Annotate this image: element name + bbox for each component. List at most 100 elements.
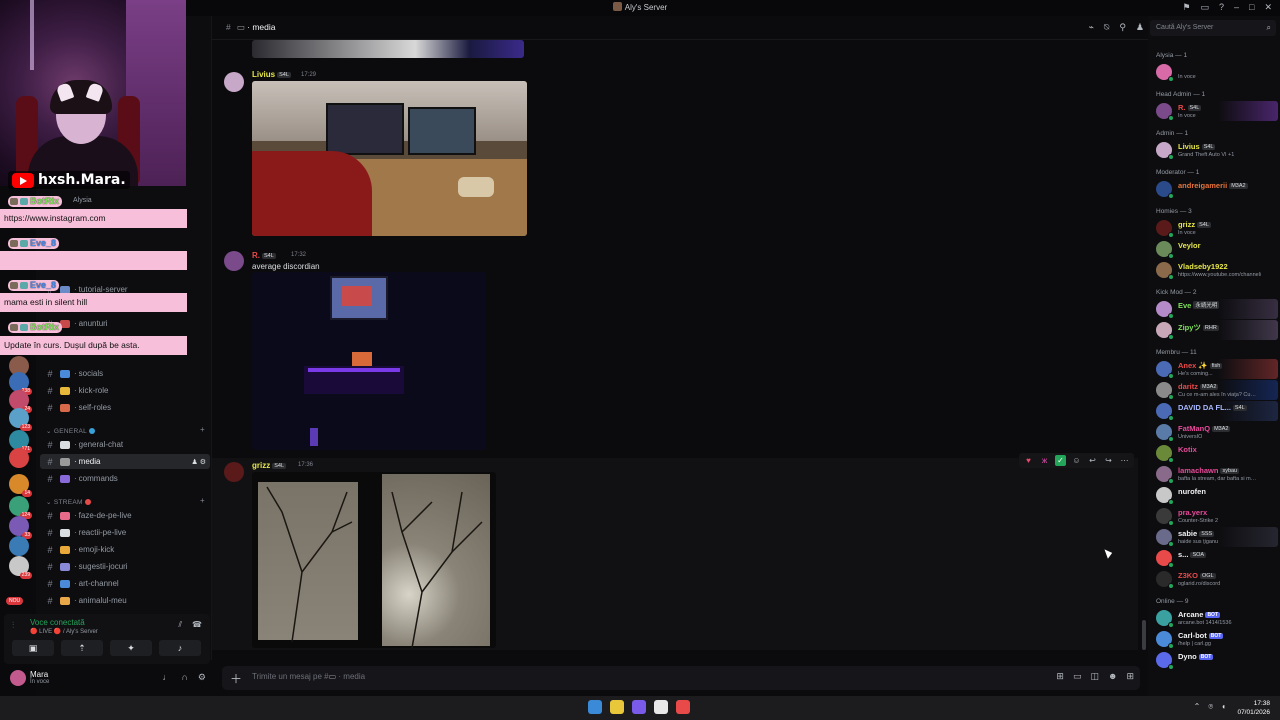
member-row[interactable]: lamachawn sybau bafta la stream, dar bafta…: [1148, 464, 1280, 484]
channel-general-chat[interactable]: # · general-chat: [40, 437, 210, 452]
member-row[interactable]: Vladseby1922 https://www.youtube.com/chan…: [1148, 260, 1280, 280]
channel-kick-role[interactable]: # · kick-role: [40, 383, 210, 398]
member-row[interactable]: Kotix: [1148, 443, 1280, 463]
member-row[interactable]: Z3KO OGL oglarid.ro/discord: [1148, 569, 1280, 589]
headphones-icon[interactable]: ∩: [181, 672, 187, 683]
channel-emoji-kick[interactable]: # · emoji-kick: [40, 542, 210, 557]
search-placeholder[interactable]: Caută Aly's Server: [1156, 24, 1213, 31]
channel-socials[interactable]: # · socials: [40, 366, 210, 381]
channel-art-channel[interactable]: # · art-channel: [40, 576, 210, 591]
pinned-icon[interactable]: ⚲: [1119, 22, 1126, 33]
add-channel-icon[interactable]: +: [200, 496, 205, 505]
member-row[interactable]: nurofen: [1148, 485, 1280, 505]
close-icon[interactable]: ✕: [1264, 2, 1272, 13]
channel-media[interactable]: # · media ♟ ⚙: [40, 454, 210, 469]
camera-button[interactable]: ▣: [12, 640, 54, 656]
more-icon[interactable]: ⋯: [1119, 455, 1130, 466]
screen-share-button[interactable]: ⇡: [61, 640, 103, 656]
message-composer[interactable]: ＋ Trimite un mesaj pe #▭ · media ⊞ ▭ ◫ ☻…: [222, 666, 1140, 690]
scrollbar-thumb[interactable]: [1142, 620, 1146, 650]
channel-anunturi[interactable]: #· anunturi: [40, 316, 210, 331]
member-row[interactable]: Anex ✨ fish He's coming...: [1148, 359, 1280, 379]
server-icon[interactable]: 33: [9, 516, 32, 539]
activities-button[interactable]: ✦: [110, 640, 152, 656]
network-icon[interactable]: ⌾: [1208, 702, 1213, 712]
member-row[interactable]: DAVID DA FL... S4L: [1148, 401, 1280, 421]
search-icon[interactable]: ⌕: [1267, 23, 1271, 33]
add-reaction-icon[interactable]: ☺: [1071, 455, 1082, 466]
scrollbar[interactable]: [1142, 40, 1146, 652]
server-icon[interactable]: 14: [9, 474, 32, 497]
member-row[interactable]: pra.yerx Counter-Strike 2: [1148, 506, 1280, 526]
butterfly-reaction-icon[interactable]: ж: [1039, 455, 1050, 466]
member-row[interactable]: grizz S4L În voce: [1148, 218, 1280, 238]
add-channel-icon[interactable]: +: [200, 425, 205, 434]
member-row[interactable]: s... SOA: [1148, 548, 1280, 568]
server-icon[interactable]: 239: [9, 556, 32, 579]
message-avatar[interactable]: [224, 72, 244, 92]
avatar[interactable]: [10, 670, 26, 686]
member-row[interactable]: daritz M3A2 Cu ce m-am ales în viaţa? Cu…: [1148, 380, 1280, 400]
message-avatar[interactable]: [224, 462, 244, 482]
member-row[interactable]: Arcane BOT arcane.bot 1414/1536: [1148, 608, 1280, 628]
sticker-icon[interactable]: ◫: [1090, 671, 1099, 682]
help-icon[interactable]: ?: [1219, 2, 1224, 13]
server-icon[interactable]: 238: [9, 372, 32, 395]
maximize-icon[interactable]: □: [1249, 2, 1254, 13]
soundboard-button[interactable]: ♪: [159, 640, 201, 656]
chevron-up-icon[interactable]: ⌃: [1194, 702, 1201, 712]
emoji-icon[interactable]: ☻: [1108, 671, 1117, 682]
member-search-input[interactable]: Caută Aly's Server ⌕: [1150, 20, 1276, 36]
channel-sugestii-jocuri[interactable]: # · sugestii-jocuri: [40, 559, 210, 574]
member-row[interactable]: Carl-bot BOT/help | carl.gg: [1148, 629, 1280, 649]
member-row[interactable]: Zipyツ RHR: [1148, 320, 1280, 340]
start-icon[interactable]: [588, 700, 602, 714]
channel-self-roles[interactable]: # · self-roles: [40, 400, 210, 415]
server-icon[interactable]: 171: [9, 430, 32, 453]
noise-suppression-icon[interactable]: ⫽: [178, 620, 182, 630]
apps-icon[interactable]: ⊞: [1126, 671, 1134, 682]
server-icon[interactable]: [9, 448, 29, 468]
microphone-icon[interactable]: ♩: [162, 672, 171, 683]
server-icon[interactable]: 24: [9, 390, 32, 413]
threads-icon[interactable]: ⌁: [1089, 22, 1094, 33]
message-avatar[interactable]: [224, 251, 244, 271]
message-author[interactable]: Livius S4L: [252, 70, 291, 79]
discord-icon[interactable]: [632, 700, 646, 714]
reply-icon[interactable]: ↩: [1087, 455, 1098, 466]
volume-icon[interactable]: ◖: [1221, 702, 1226, 712]
heart-reaction-icon[interactable]: ♥: [1023, 455, 1034, 466]
user-name[interactable]: Mara: [30, 670, 48, 679]
window-trees-photo[interactable]: [252, 472, 496, 648]
gift-icon[interactable]: ⊞: [1056, 671, 1064, 682]
member-row[interactable]: sabie SSS haide sus ţiganu: [1148, 527, 1280, 547]
dark-room-photo[interactable]: [252, 272, 486, 450]
server-icon[interactable]: 124: [9, 496, 32, 519]
desk-setup-photo[interactable]: [252, 81, 527, 236]
app-icon[interactable]: [676, 700, 690, 714]
category-header[interactable]: ⌄ STREAM: [46, 498, 91, 506]
settings-gear-icon[interactable]: ⚙: [198, 672, 206, 683]
channel-animalul-meu[interactable]: # · animalul-meu: [40, 593, 210, 608]
member-row[interactable]: Dyno BOT: [1148, 650, 1280, 670]
attach-plus-icon[interactable]: ＋: [230, 670, 242, 687]
chrome-icon[interactable]: [654, 700, 668, 714]
member-row[interactable]: Veylor: [1148, 239, 1280, 259]
taskbar-clock[interactable]: 17:38 07/01/2026: [1237, 699, 1270, 717]
member-row[interactable]: Eve 永続光明: [1148, 299, 1280, 319]
message-author[interactable]: grizz S4L: [252, 461, 287, 470]
server-icon[interactable]: [9, 536, 29, 556]
check-reaction-icon[interactable]: ✓: [1055, 455, 1066, 466]
server-icon[interactable]: 123: [9, 408, 32, 431]
composer-placeholder[interactable]: Trimite un mesaj pe #▭ · media: [252, 672, 365, 681]
pin-icon[interactable]: ⚑: [1182, 2, 1190, 13]
channel-faze-de-pe-live[interactable]: # · faze-de-pe-live: [40, 508, 210, 523]
disconnect-icon[interactable]: ☎: [192, 620, 202, 630]
previous-image[interactable]: [252, 40, 524, 58]
message-author[interactable]: R. S4L: [252, 251, 276, 260]
file-explorer-icon[interactable]: [610, 700, 624, 714]
voice-status[interactable]: Voce conectată: [30, 618, 85, 627]
member-row[interactable]: Livius S4L Grand Theft Auto VI +1: [1148, 140, 1280, 160]
member-list-icon[interactable]: ♟: [1136, 22, 1144, 33]
member-row[interactable]: FatManQ M3A2 UniversIO: [1148, 422, 1280, 442]
